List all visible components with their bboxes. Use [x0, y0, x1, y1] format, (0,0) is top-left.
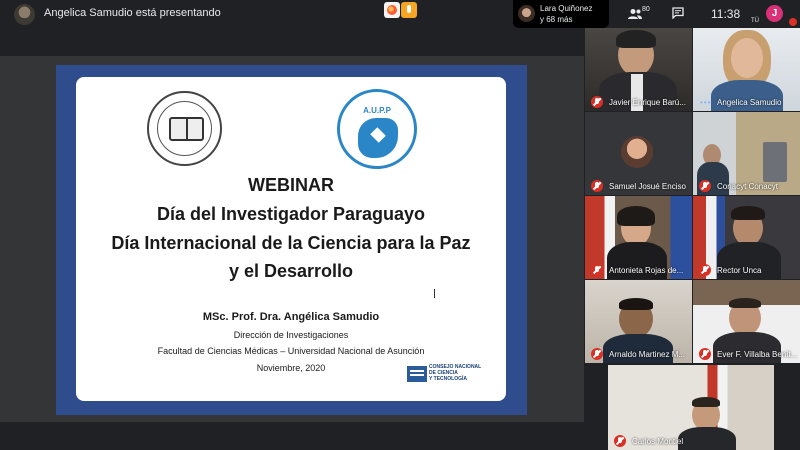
slide-author: MSc. Prof. Dra. Angélica Samudio — [202, 311, 380, 323]
university-seal-logo — [147, 91, 222, 166]
text-cursor-icon — [434, 289, 435, 298]
mic-off-icon — [699, 348, 711, 360]
people-count: 80 — [642, 6, 650, 13]
slide-title-line-3: Día Internacional de la Ciencia para la … — [111, 233, 471, 253]
people-icon[interactable] — [628, 8, 642, 20]
conacyt-label: CONSEJO NACIONAL DE CIENCIA Y TECNOLOGÍA — [429, 364, 482, 382]
firefox-icon[interactable] — [384, 2, 400, 18]
speaking-indicator-icon: ••• — [700, 98, 712, 107]
you-label: TÚ — [751, 18, 759, 24]
mic-off-icon — [591, 96, 603, 108]
participant-tile[interactable]: Samuel Josué Enciso — [585, 112, 692, 195]
participant-name: Carlos Montiel — [632, 437, 684, 446]
notification-avatar — [518, 5, 535, 22]
meet-window: Angelica Samudio está presentando Lara Q… — [0, 0, 800, 450]
participant-name: Samuel Josué Enciso — [609, 182, 686, 191]
book-icon — [169, 117, 204, 141]
participant-tile[interactable]: ••• Angelica Samudio — [693, 28, 800, 111]
participant-name: Arnaldo Martinez M... — [609, 350, 686, 359]
slide-title-line-2: Día del Investigador Paraguayo — [156, 204, 426, 224]
slide: A.U.P.P WEBINAR Día del Investigador Par… — [76, 77, 506, 401]
participant-name: Angelica Samudio — [717, 98, 782, 107]
chat-icon[interactable] — [672, 7, 684, 19]
slide-title-line-4: y el Desarrollo — [228, 261, 354, 281]
presentation-stage: A.U.P.P WEBINAR Día del Investigador Par… — [0, 56, 584, 422]
top-bar: Angelica Samudio está presentando Lara Q… — [0, 0, 800, 28]
participant-tile[interactable]: Carlos Montiel — [608, 365, 774, 450]
participant-name: Ever F. Villalba Benít... — [717, 350, 798, 359]
aupp-logo: A.U.P.P — [337, 89, 417, 169]
mic-off-icon — [614, 435, 626, 447]
join-notification[interactable]: Lara Quiñonez y 68 más — [513, 0, 609, 28]
slide-faculty: Facultad de Ciencias Médicas – Universid… — [157, 346, 425, 356]
mic-off-icon — [699, 180, 711, 192]
aupp-label: A.U.P.P — [363, 106, 391, 115]
participant-name: Javier Enrique Barú... — [609, 98, 686, 107]
clock: 11:38 — [711, 7, 741, 21]
mic-off-icon — [591, 348, 603, 360]
recording-indicator — [789, 18, 797, 26]
conacyt-logo: CONSEJO NACIONAL DE CIENCIA Y TECNOLOGÍA — [407, 364, 487, 386]
conacyt-mark — [407, 366, 427, 382]
participant-tile[interactable]: Rector Unca — [693, 196, 800, 279]
presenter-avatar — [14, 4, 35, 25]
participant-tile[interactable]: Conacyt Conacyt — [693, 112, 800, 195]
slide-title-webinar: WEBINAR — [248, 175, 334, 195]
presenter-status: Angelica Samudio está presentando — [44, 7, 221, 19]
participant-tile[interactable]: Antonieta Rojas de... — [585, 196, 692, 279]
participant-name: Conacyt Conacyt — [717, 182, 778, 191]
user-avatar[interactable]: J — [766, 5, 783, 22]
notification-name: Lara Quiñonez — [540, 4, 593, 13]
participant-tile[interactable]: Arnaldo Martinez M... — [585, 280, 692, 363]
participant-tile[interactable]: Javier Enrique Barú... — [585, 28, 692, 111]
participant-tile[interactable]: Ever F. Villalba Benít... — [693, 280, 800, 363]
mic-share-icon[interactable] — [401, 2, 417, 18]
slide-frame: A.U.P.P WEBINAR Día del Investigador Par… — [56, 65, 527, 415]
slide-department: Dirección de Investigaciones — [233, 330, 349, 340]
mic-off-icon — [591, 180, 603, 192]
participant-name: Antonieta Rojas de... — [609, 266, 684, 275]
participant-name: Rector Unca — [717, 266, 762, 275]
mic-off-icon — [591, 264, 603, 276]
notification-more: y 68 más — [540, 15, 573, 24]
mic-off-icon — [699, 264, 711, 276]
